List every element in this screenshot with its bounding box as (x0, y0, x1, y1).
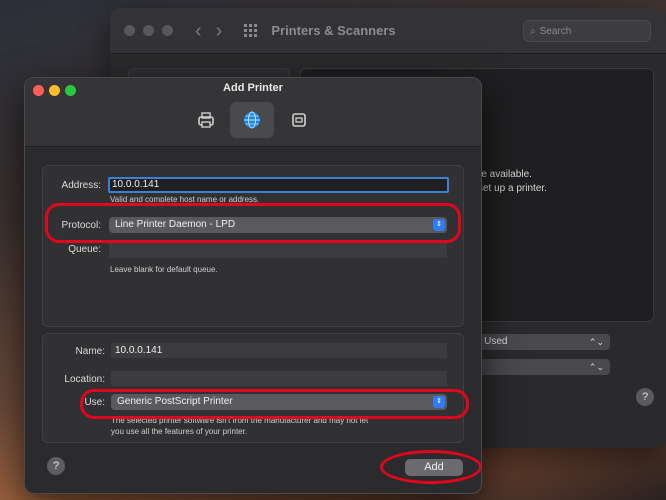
windows-printer-tab[interactable] (277, 102, 321, 138)
address-field[interactable]: 10.0.0.141 (108, 177, 449, 193)
bg-zoom-button[interactable] (162, 25, 173, 36)
dialog-title: Add Printer (223, 82, 283, 94)
message-line-1: re available. (478, 169, 532, 180)
default-paper-select[interactable]: ⌃⌄ (468, 359, 610, 375)
chevron-updown-icon: ⌃⌄ (588, 362, 604, 372)
use-hint-line-2: you use all the features of your printer… (111, 427, 248, 436)
message-line-2: set up a printer. (478, 183, 547, 194)
dialog-titlebar: Add Printer (25, 78, 481, 147)
printer-icon (198, 112, 214, 128)
default-printer-tab[interactable] (184, 102, 228, 138)
search-input[interactable]: ⌕ Search (523, 20, 651, 42)
queue-field[interactable] (109, 243, 447, 258)
grid-view-icon[interactable] (244, 24, 258, 37)
name-field[interactable]: 10.0.0.141 (111, 343, 447, 358)
search-placeholder: Search (539, 25, 572, 37)
no-printers-message: re available. set up a printer. (478, 168, 547, 196)
location-label: Location: (64, 374, 105, 385)
location-field[interactable] (111, 371, 447, 386)
add-printer-dialog: Add Printer Address: 10.0.0.141 Valid an… (24, 77, 482, 494)
ip-printer-tab[interactable] (230, 102, 274, 138)
back-arrow-icon[interactable]: ‹ (195, 21, 202, 41)
help-button[interactable]: ? (47, 457, 65, 475)
windows-printer-icon (292, 113, 306, 127)
queue-label: Queue: (68, 244, 101, 255)
bg-window-title: Printers & Scanners (271, 23, 396, 38)
bg-minimize-button[interactable] (143, 25, 154, 36)
name-label: Name: (75, 346, 105, 357)
globe-icon (244, 111, 260, 129)
search-icon: ⌕ (530, 25, 536, 37)
chevron-updown-icon: ⌃⌄ (588, 337, 604, 347)
forward-arrow-icon[interactable]: › (216, 21, 223, 41)
use-annotation (80, 389, 469, 419)
bg-help-button[interactable]: ? (636, 388, 654, 406)
bg-close-button[interactable] (124, 25, 135, 36)
add-annotation (380, 450, 481, 484)
address-label: Address: (61, 180, 101, 191)
default-printer-value: r Used (478, 336, 508, 347)
protocol-annotation (45, 203, 461, 243)
default-printer-select[interactable]: r Used ⌃⌄ (468, 334, 610, 350)
address-hint: Valid and complete host name or address. (110, 195, 260, 202)
queue-hint: Leave blank for default queue. (110, 265, 218, 274)
